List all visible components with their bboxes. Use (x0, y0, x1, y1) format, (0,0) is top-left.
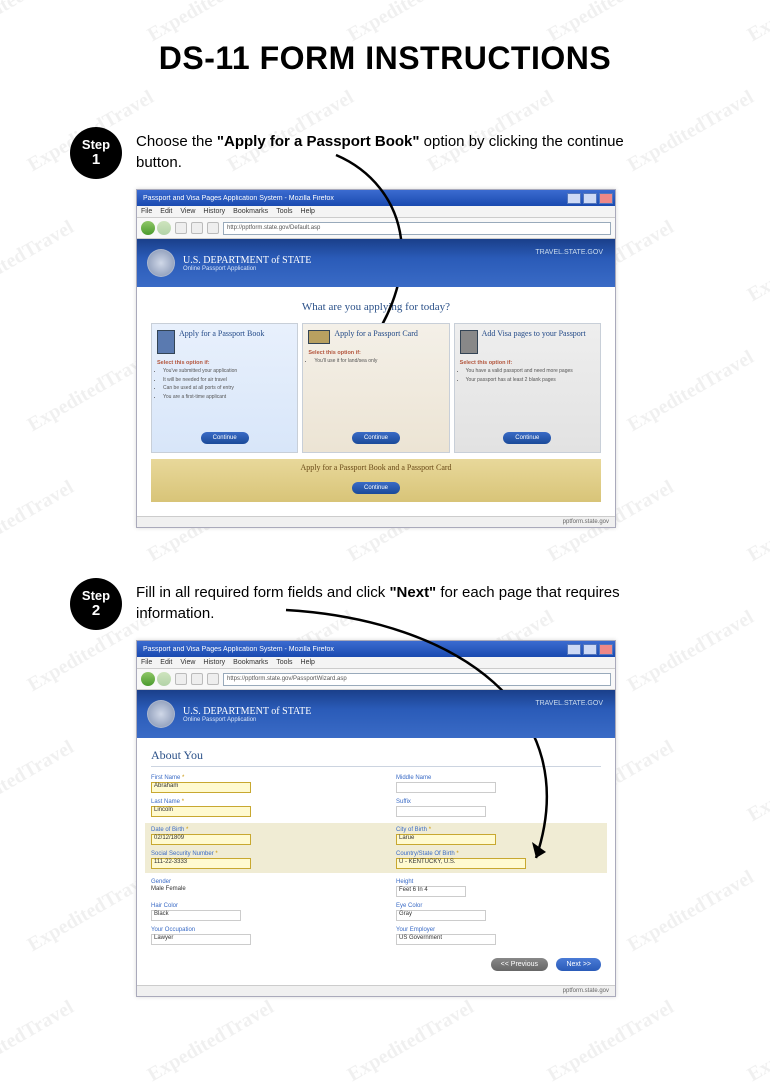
suffix-field[interactable] (396, 806, 486, 817)
first-name-field[interactable]: Abraham (151, 782, 251, 793)
minimize-icon[interactable] (567, 644, 581, 655)
screenshot-2: Passport and Visa Pages Application Syst… (136, 640, 616, 997)
maximize-icon[interactable] (583, 644, 597, 655)
url-input[interactable]: http://pptform.state.gov/Default.asp (223, 222, 611, 235)
stop-icon[interactable] (191, 222, 203, 234)
reload-icon[interactable] (175, 222, 187, 234)
next-button[interactable]: Next >> (556, 958, 601, 971)
url-input[interactable]: https://pptform.state.gov/PassportWizard… (223, 673, 611, 686)
address-bar: http://pptform.state.gov/Default.asp (137, 218, 615, 239)
address-bar: https://pptform.state.gov/PassportWizard… (137, 669, 615, 690)
home-icon[interactable] (207, 222, 219, 234)
employer-field[interactable]: US Government (396, 934, 496, 945)
gender-radios[interactable]: Male Female (151, 886, 186, 892)
ssn-field[interactable]: 111-22-3333 (151, 858, 251, 869)
state-seal-icon (147, 249, 175, 277)
window-titlebar: Passport and Visa Pages Application Syst… (137, 641, 615, 657)
combo-strip: Apply for a Passport Book and a Passport… (151, 459, 601, 502)
prompt-heading: What are you applying for today? (151, 301, 601, 313)
step-2-block: Step 2 Fill in all required form fields … (70, 578, 700, 997)
back-icon[interactable] (141, 672, 155, 686)
dob-field[interactable]: 02/12/1809 (151, 834, 251, 845)
forward-icon[interactable] (157, 221, 171, 235)
browser-menubar[interactable]: FileEditViewHistoryBookmarksToolsHelp (137, 206, 615, 218)
back-icon[interactable] (141, 221, 155, 235)
eye-field[interactable]: Gray (396, 910, 486, 921)
continue-visa-button[interactable]: Continue (503, 432, 551, 444)
status-bar: pptform.state.gov (137, 985, 615, 996)
site-banner: U.S. DEPARTMENT of STATE Online Passport… (137, 690, 615, 738)
browser-menubar[interactable]: FileEditViewHistoryBookmarksToolsHelp (137, 657, 615, 669)
section-heading: About You (151, 748, 601, 767)
status-bar: pptform.state.gov (137, 516, 615, 527)
minimize-icon[interactable] (567, 193, 581, 204)
home-icon[interactable] (207, 673, 219, 685)
passport-card-icon (308, 330, 330, 344)
middle-name-field[interactable] (396, 782, 496, 793)
card-passport-book: Apply for a Passport Book Select this op… (151, 323, 298, 453)
screenshot-1: Passport and Visa Pages Application Syst… (136, 189, 616, 528)
step-1-badge: Step 1 (70, 127, 122, 179)
step-1-block: Step 1 Choose the "Apply for a Passport … (70, 127, 700, 528)
cob-field[interactable]: Larue (396, 834, 496, 845)
hair-field[interactable]: Black (151, 910, 241, 921)
passport-book-icon (157, 330, 175, 354)
close-icon[interactable] (599, 644, 613, 655)
step-1-text: Choose the "Apply for a Passport Book" o… (136, 127, 656, 173)
step-2-text: Fill in all required form fields and cli… (136, 578, 656, 624)
state-seal-icon (147, 700, 175, 728)
site-banner: U.S. DEPARTMENT of STATE Online Passport… (137, 239, 615, 287)
stop-icon[interactable] (191, 673, 203, 685)
close-icon[interactable] (599, 193, 613, 204)
continue-book-button[interactable]: Continue (201, 432, 249, 444)
card-passport-card: Apply for a Passport Card Select this op… (302, 323, 449, 453)
step-2-badge: Step 2 (70, 578, 122, 630)
last-name-field[interactable]: Lincoln (151, 806, 251, 817)
occupation-field[interactable]: Lawyer (151, 934, 251, 945)
maximize-icon[interactable] (583, 193, 597, 204)
card-visa-pages: Add Visa pages to your Passport Select t… (454, 323, 601, 453)
window-titlebar: Passport and Visa Pages Application Syst… (137, 190, 615, 206)
forward-icon[interactable] (157, 672, 171, 686)
continue-card-button[interactable]: Continue (352, 432, 400, 444)
state-birth-field[interactable]: U - KENTUCKY, U.S. (396, 858, 526, 869)
reload-icon[interactable] (175, 673, 187, 685)
visa-pages-icon (460, 330, 478, 354)
height-field[interactable]: Feet 6 In 4 (396, 886, 466, 897)
continue-both-button[interactable]: Continue (352, 482, 400, 494)
page-title: DS-11 FORM INSTRUCTIONS (70, 40, 700, 77)
previous-button[interactable]: << Previous (491, 958, 548, 971)
